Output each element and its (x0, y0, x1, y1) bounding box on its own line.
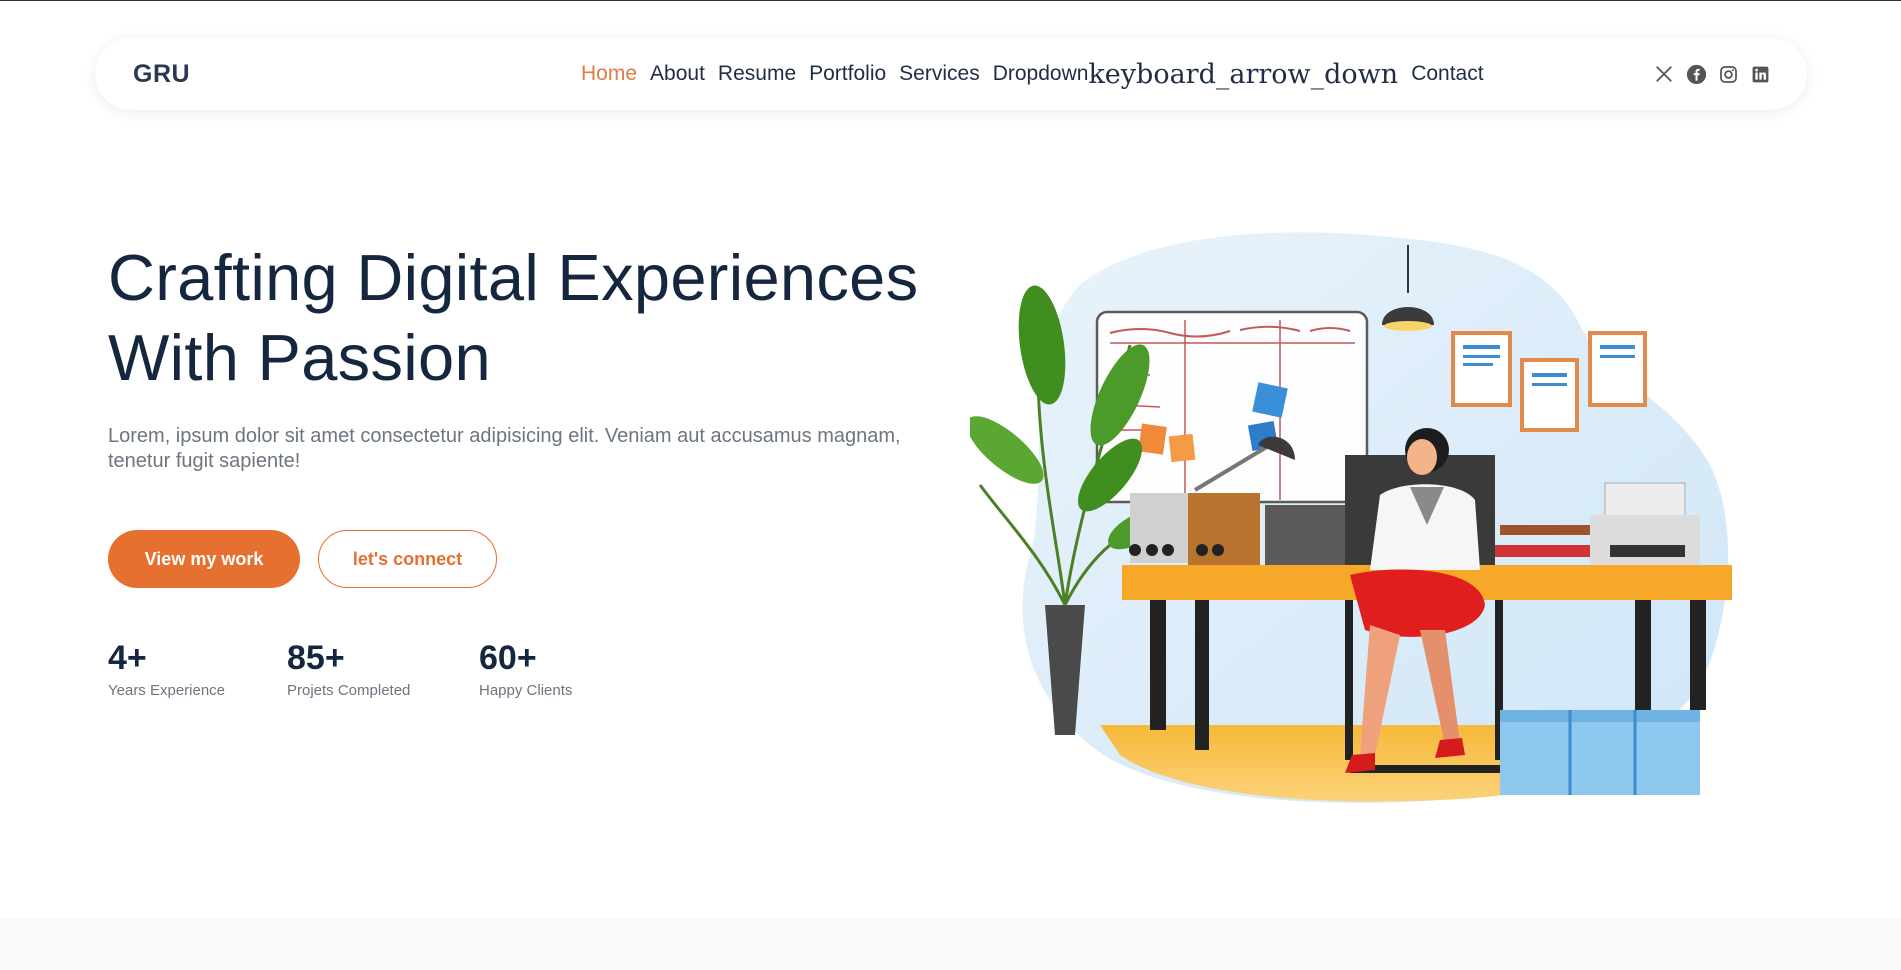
social-links (1653, 63, 1771, 85)
site-logo[interactable]: GRU (133, 60, 190, 89)
stat-label: Years Experience (108, 682, 226, 699)
stat-label: Happy Clients (479, 682, 573, 699)
nav-dropdown[interactable]: Dropdown keyboard_arrow_down (993, 59, 1398, 90)
storage-boxes (1500, 710, 1700, 795)
lets-connect-button[interactable]: let's connect (318, 530, 497, 588)
linkedin-icon[interactable] (1749, 63, 1771, 85)
nav-services[interactable]: Services (899, 62, 980, 86)
stat-value: 4+ (108, 639, 147, 677)
page: GRU Home About Resume Portfolio Services… (0, 0, 1901, 970)
main-nav: Home About Resume Portfolio Services Dro… (581, 38, 1497, 110)
site-header: GRU Home About Resume Portfolio Services… (95, 38, 1807, 110)
stat-label: Projets Completed (287, 682, 411, 699)
nav-dropdown-label: Dropdown (992, 62, 1089, 85)
nav-home[interactable]: Home (581, 62, 637, 86)
hero-subtitle: Lorem, ipsum dolor sit amet consectetur … (108, 425, 901, 472)
facebook-icon[interactable] (1685, 63, 1707, 85)
hero-title: Crafting Digital Experiences With Passio… (108, 238, 968, 398)
next-section-band (0, 918, 1901, 970)
instagram-icon[interactable] (1717, 63, 1739, 85)
nav-resume[interactable]: Resume (718, 62, 796, 86)
nav-contact[interactable]: Contact (1411, 62, 1483, 86)
top-divider (0, 0, 1901, 1)
hero-title-line1: Crafting Digital Experiences (108, 241, 919, 314)
chevron-down-icon: keyboard_arrow_down (1088, 58, 1399, 90)
stat-experience: 4+ Years Experience (108, 638, 225, 699)
stat-clients: 60+ Happy Clients (479, 638, 572, 699)
office-illustration (970, 232, 1732, 803)
hero-title-line2: With Passion (108, 321, 491, 394)
stat-value: 85+ (287, 639, 345, 677)
x-icon[interactable] (1653, 63, 1675, 85)
nav-about[interactable]: About (650, 62, 705, 86)
stat-projects: 85+ Projets Completed (287, 638, 410, 699)
stat-value: 60+ (479, 639, 537, 677)
nav-portfolio[interactable]: Portfolio (809, 62, 886, 86)
whiteboard (1095, 310, 1369, 504)
view-my-work-button[interactable]: View my work (108, 530, 300, 588)
